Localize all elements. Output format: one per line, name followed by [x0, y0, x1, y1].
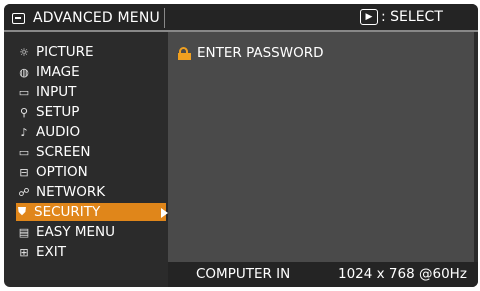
header-divider	[164, 8, 165, 28]
menu-item-input[interactable]: ▭ INPUT	[18, 83, 168, 101]
menu-item-label: SETUP	[36, 104, 80, 120]
menu-item-audio[interactable]: ♪ AUDIO	[18, 123, 168, 141]
menu-item-label: EXIT	[36, 244, 67, 260]
input-icon: ▭	[18, 85, 30, 99]
select-hint-label: : SELECT	[381, 9, 443, 25]
menu-item-network[interactable]: ☍ NETWORK	[18, 183, 168, 201]
key-icon	[178, 46, 191, 60]
menu-title: ADVANCED MENU	[12, 9, 160, 27]
menu-item-label: NETWORK	[36, 184, 106, 200]
exit-icon: ⊞	[19, 245, 29, 259]
screen-icon: ▭	[18, 145, 30, 159]
menu-item-exit[interactable]: ⊞ EXIT	[18, 243, 168, 261]
easy-menu-icon: ▤	[18, 225, 30, 239]
menu-item-security[interactable]: ⛊ SECURITY	[16, 203, 168, 221]
enter-password-label: ENTER PASSWORD	[197, 45, 324, 61]
network-icon: ☍	[18, 185, 30, 199]
menu-item-label: SECURITY	[34, 204, 101, 220]
shield-icon: ⛊	[17, 205, 27, 218]
submenu-panel: ENTER PASSWORD	[168, 32, 474, 262]
menu-title-label: ADVANCED MENU	[33, 10, 160, 26]
menu-item-label: EASY MENU	[36, 224, 116, 240]
chevron-right-icon	[161, 208, 168, 218]
menu-item-picture[interactable]: ☼ PICTURE	[18, 43, 168, 61]
menu-item-label: PICTURE	[36, 44, 94, 60]
menu-item-label: SCREEN	[36, 144, 91, 160]
menu-item-label: OPTION	[36, 164, 88, 180]
option-icon: ⊟	[19, 165, 29, 179]
advanced-menu-window: ADVANCED MENU ▶ : SELECT ☼ PICTURE ◍ IMA…	[4, 4, 478, 287]
enter-icon: ▶	[360, 9, 378, 25]
image-icon: ◍	[19, 65, 29, 79]
setup-icon: ⚲	[19, 105, 29, 119]
note-icon: ♪	[20, 125, 28, 139]
signal-resolution: 1024 x 768 @60Hz	[338, 266, 467, 282]
select-hint: ▶ : SELECT	[360, 9, 443, 25]
menu-list: ☼ PICTURE ◍ IMAGE ▭ INPUT ⚲ SETUP ♪ AUDI…	[4, 32, 168, 287]
menu-item-setup[interactable]: ⚲ SETUP	[18, 103, 168, 121]
status-bar: COMPUTER IN 1024 x 768 @60Hz	[168, 262, 478, 287]
menu-item-label: IMAGE	[36, 64, 80, 80]
menu-item-easy-menu[interactable]: ▤ EASY MENU	[18, 223, 168, 241]
menu-icon	[12, 12, 25, 24]
enter-password-item[interactable]: ENTER PASSWORD	[178, 44, 323, 62]
menu-item-label: INPUT	[36, 84, 77, 100]
menu-item-label: AUDIO	[36, 124, 81, 140]
menu-item-option[interactable]: ⊟ OPTION	[18, 163, 168, 181]
sun-icon: ☼	[19, 45, 29, 59]
menu-item-screen[interactable]: ▭ SCREEN	[18, 143, 168, 161]
menu-item-image[interactable]: ◍ IMAGE	[18, 63, 168, 81]
menu-header: ADVANCED MENU ▶ : SELECT	[4, 4, 478, 32]
input-source: COMPUTER IN	[196, 266, 291, 282]
